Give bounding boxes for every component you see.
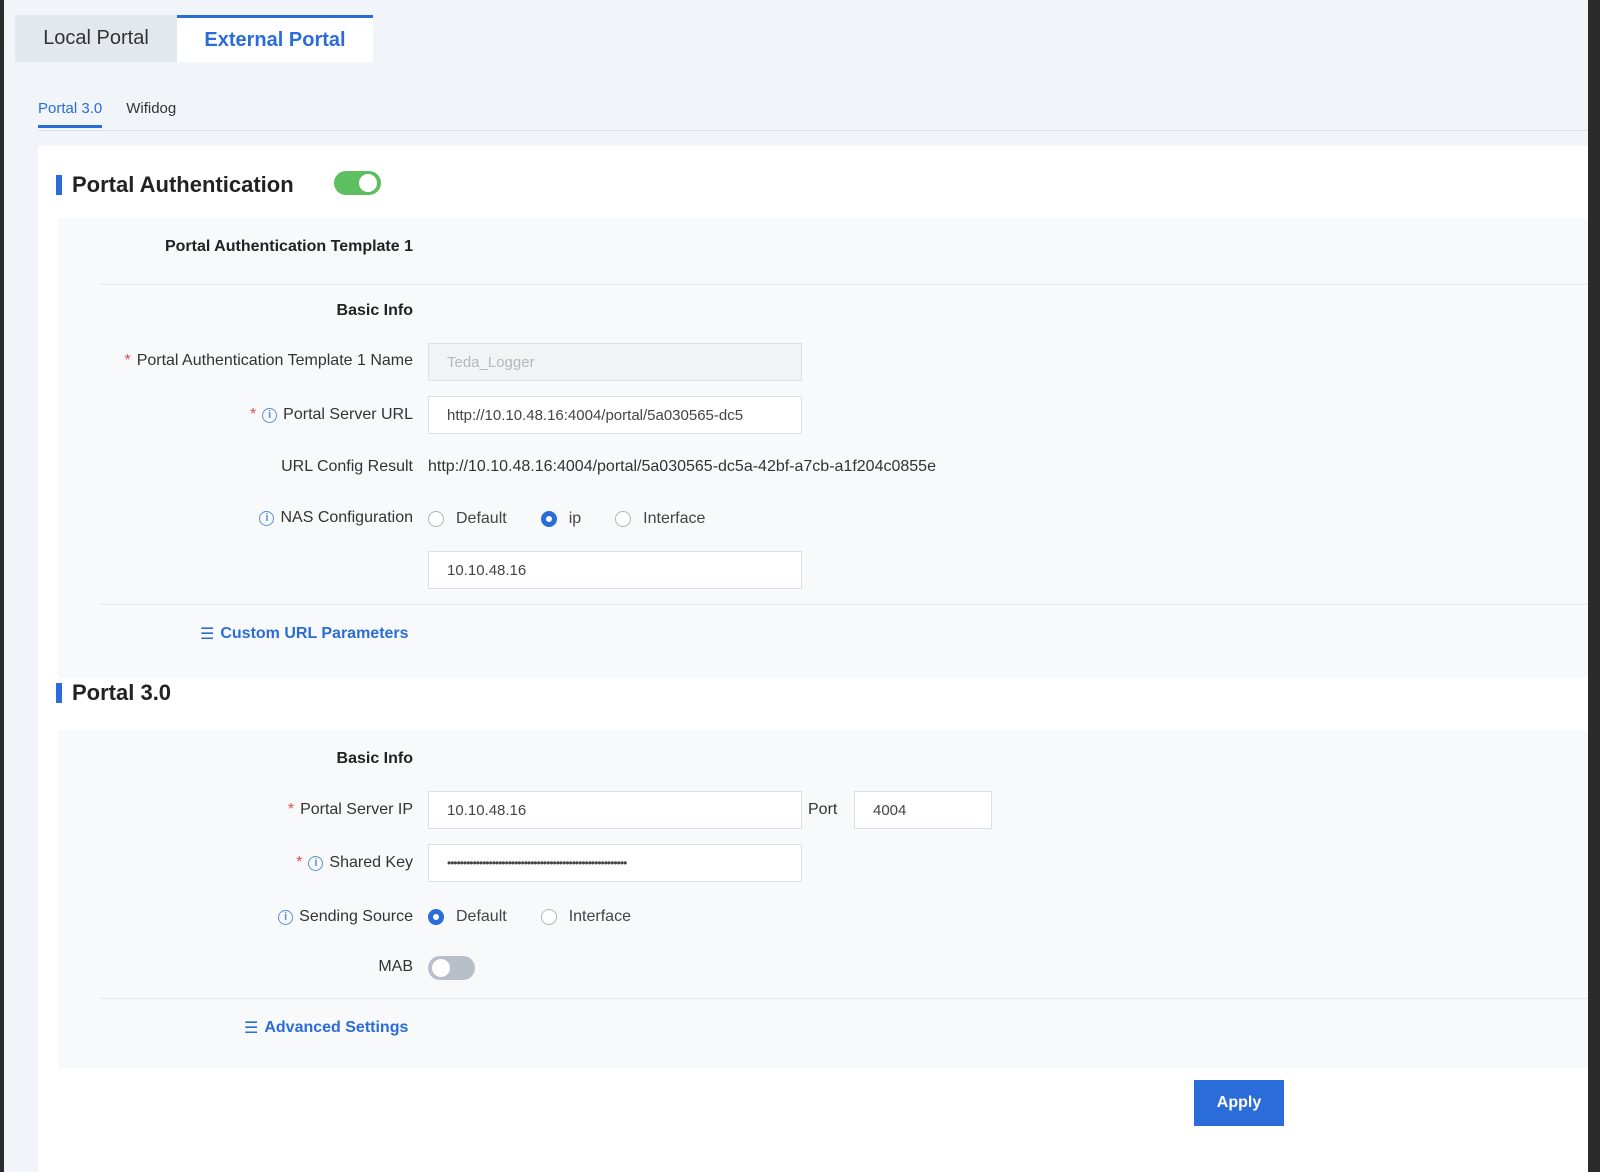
template-name-label: * Portal Authentication Template 1 Name [124, 352, 413, 370]
server-url-input[interactable]: http://10.10.48.16:4004/portal/5a030565-… [428, 396, 802, 434]
tab-external-portal[interactable]: External Portal [177, 15, 373, 62]
advanced-settings-link[interactable]: ☰ Advanced Settings [244, 1018, 408, 1038]
config-result-value: http://10.10.48.16:4004/portal/5a030565-… [428, 458, 936, 475]
shared-key-label-text: Shared Key [329, 854, 413, 871]
nas-radio-default[interactable]: Default [428, 510, 507, 528]
basic-info-heading: Basic Info [336, 302, 413, 319]
nas-radio-interface[interactable]: Interface [615, 510, 705, 528]
required-mark: * [124, 352, 131, 369]
sending-radio-default[interactable]: Default [428, 908, 507, 926]
settings-card: Portal Authentication Portal Authenticat… [38, 146, 1588, 1172]
server-ip-input[interactable]: 10.10.48.16 [428, 791, 802, 829]
subtab-wifidog[interactable]: Wifidog [126, 92, 176, 128]
radio-circle [428, 909, 444, 925]
template-title: Portal Authentication Template 1 [164, 238, 413, 255]
required-mark: * [296, 854, 303, 871]
subtab-portal-3[interactable]: Portal 3.0 [38, 92, 103, 128]
radio-circle [615, 511, 632, 527]
list-settings-icon: ☰ [244, 1020, 259, 1037]
radio-circle [540, 511, 557, 527]
required-mark: * [249, 406, 257, 423]
nas-radio-group: Default ip Interface [428, 510, 739, 528]
divider [100, 284, 1588, 285]
subtab-divider [38, 130, 1588, 131]
info-icon[interactable]: i [259, 510, 275, 526]
radio-label: Default [456, 510, 507, 527]
custom-url-params-link[interactable]: ☰ Custom URL Parameters [200, 624, 409, 644]
shared-key-input[interactable]: ••••••••••••••••••••••••••••••••••••••••… [428, 844, 802, 882]
sub-tabs: Portal 3.0 Wifidog [38, 92, 200, 128]
page: Local Portal External Portal Portal 3.0 … [4, 0, 1588, 1172]
sending-source-radio-group: Default Interface [428, 908, 665, 926]
toggle-knob [432, 959, 450, 977]
nas-config-label-text: NAS Configuration [280, 509, 413, 526]
radio-circle [428, 511, 444, 527]
nas-ip-input[interactable]: 10.10.48.16 [428, 551, 802, 589]
server-ip-label: * Portal Server IP [288, 801, 413, 819]
template-name-input[interactable]: Teda_Logger [428, 343, 802, 381]
radio-label: Interface [568, 908, 631, 925]
divider [100, 604, 1588, 605]
portal-auth-section-title: Portal Authentication [56, 172, 294, 198]
radio-label: Interface [643, 510, 706, 527]
config-result-label: URL Config Result [281, 458, 413, 475]
required-mark: * [287, 801, 295, 818]
portal30-title: Portal 3.0 [72, 680, 172, 705]
radio-label: ip [568, 510, 582, 527]
template-name-label-text: Portal Authentication Template 1 Name [136, 352, 413, 369]
divider [100, 998, 1588, 999]
apply-button[interactable]: Apply [1194, 1080, 1284, 1126]
basic-info-heading: Basic Info [336, 750, 413, 767]
tab-local-portal[interactable]: Local Portal [15, 15, 177, 62]
advanced-settings-label: Advanced Settings [264, 1019, 409, 1036]
custom-url-params-label: Custom URL Parameters [220, 625, 409, 642]
sending-source-label-text: Sending Source [299, 908, 413, 925]
portal30-panel: Basic Info * Portal Server IP 10.10.48.1… [58, 730, 1588, 1068]
server-url-label-text: Portal Server URL [283, 406, 413, 423]
list-settings-icon: ☰ [200, 626, 215, 643]
top-tabs: Local Portal External Portal [15, 15, 373, 62]
sending-radio-interface[interactable]: Interface [540, 908, 631, 926]
shared-key-label: * i Shared Key [296, 854, 413, 872]
server-url-label: * i Portal Server URL [250, 406, 413, 424]
portal-auth-toggle[interactable] [334, 171, 381, 195]
server-ip-label-text: Portal Server IP [300, 801, 413, 818]
toggle-knob [359, 174, 377, 192]
port-input[interactable]: 4004 [854, 791, 992, 829]
mab-toggle[interactable] [428, 956, 475, 980]
section-bar [56, 683, 62, 703]
portal-auth-panel: Portal Authentication Template 1 Basic I… [58, 218, 1588, 678]
nas-config-label: i NAS Configuration [259, 509, 413, 527]
info-icon[interactable]: i [278, 909, 294, 925]
info-icon[interactable]: i [308, 855, 324, 871]
info-icon[interactable]: i [262, 407, 278, 423]
portal-auth-title: Portal Authentication [72, 172, 294, 197]
mab-label: MAB [378, 958, 413, 975]
sending-source-label: i Sending Source [278, 908, 413, 926]
section-bar [56, 175, 62, 195]
radio-circle [540, 909, 557, 925]
radio-label: Default [456, 908, 507, 925]
port-label: Port [808, 801, 838, 818]
portal30-section-title: Portal 3.0 [56, 680, 171, 706]
nas-radio-ip[interactable]: ip [540, 510, 582, 528]
